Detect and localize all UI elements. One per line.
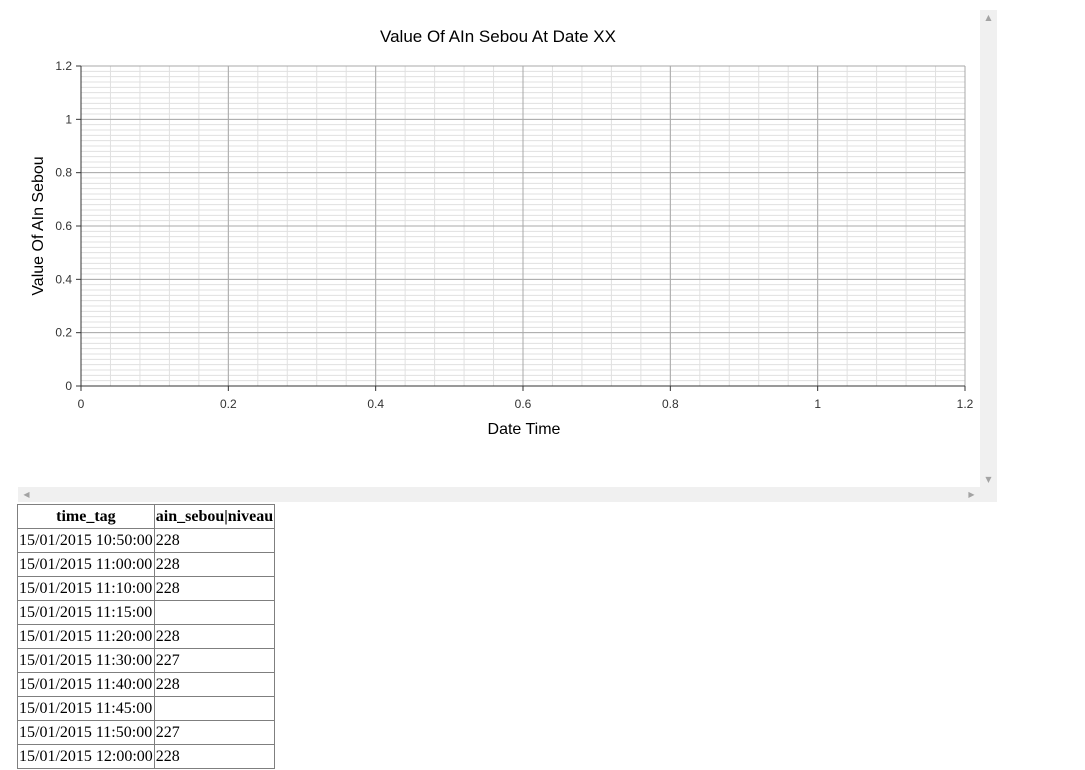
x-tick-label: 0.2 — [220, 397, 237, 411]
cell-ain-sebou-niveau: 228 — [153, 528, 276, 553]
chart-title: Value Of AIn Sebou At Date XX — [380, 27, 616, 46]
cell-time-tag: 15/01/2015 11:00:00 — [17, 552, 155, 577]
chart-frame: 0 0.2 0.4 0.6 0.8 1 1.2 0 0.2 0.4 0.6 0.8 1 1.2 Value… — [0, 0, 997, 502]
cell-ain-sebou-niveau — [153, 600, 276, 625]
table-header-row: time_tag ain_sebou|niveau — [17, 504, 276, 529]
cell-ain-sebou-niveau: 228 — [153, 672, 276, 697]
y-tick-label: 0.2 — [55, 326, 72, 340]
table-row: 15/01/2015 11:50:00 227 — [17, 720, 276, 745]
cell-time-tag: 15/01/2015 11:45:00 — [17, 696, 155, 721]
arrow-left-icon[interactable]: ◀ — [18, 487, 35, 502]
table-row: 15/01/2015 11:30:00 227 — [17, 648, 276, 673]
vertical-scrollbar[interactable]: ▲ ▼ — [980, 10, 997, 487]
x-axis-label: Date Time — [488, 421, 561, 438]
x-tick-label: 1.2 — [957, 397, 974, 411]
cell-time-tag: 15/01/2015 10:50:00 — [17, 528, 155, 553]
cell-ain-sebou-niveau — [153, 696, 276, 721]
data-table: time_tag ain_sebou|niveau 15/01/2015 10:… — [17, 504, 276, 769]
cell-ain-sebou-niveau: 227 — [153, 720, 276, 745]
y-tick-label: 0.6 — [55, 219, 72, 233]
x-tick-label: 0 — [78, 397, 85, 411]
cell-time-tag: 15/01/2015 11:15:00 — [17, 600, 155, 625]
scrollbar-corner — [980, 487, 997, 502]
column-header-time-tag: time_tag — [17, 504, 155, 529]
arrow-down-icon[interactable]: ▼ — [980, 472, 997, 487]
cell-ain-sebou-niveau: 228 — [153, 576, 276, 601]
cell-time-tag: 15/01/2015 11:30:00 — [17, 648, 155, 673]
cell-time-tag: 15/01/2015 12:00:00 — [17, 744, 155, 769]
x-tick-label: 1 — [814, 397, 821, 411]
table-row: 15/01/2015 11:10:00 228 — [17, 576, 276, 601]
y-tick-label: 0.8 — [55, 166, 72, 180]
table-row: 15/01/2015 12:00:00 228 — [17, 744, 276, 769]
table-row: 15/01/2015 11:15:00 — [17, 600, 276, 625]
y-tick-label: 1.2 — [55, 59, 72, 73]
arrow-right-icon[interactable]: ▶ — [963, 487, 980, 502]
arrow-up-icon[interactable]: ▲ — [980, 10, 997, 25]
y-tick-label: 1 — [65, 112, 72, 126]
cell-time-tag: 15/01/2015 11:40:00 — [17, 672, 155, 697]
y-axis-label: Value Of AIn Sebou — [30, 156, 47, 295]
table-row: 15/01/2015 10:50:00 228 — [17, 528, 276, 553]
table-row: 15/01/2015 11:40:00 228 — [17, 672, 276, 697]
y-tick-label: 0.4 — [55, 272, 72, 286]
x-tick-label: 0.6 — [515, 397, 532, 411]
chart-ticks: 0 0.2 0.4 0.6 0.8 1 1.2 0 0.2 0.4 0.6 0.8 1 1.2 — [55, 59, 973, 411]
cell-time-tag: 15/01/2015 11:20:00 — [17, 624, 155, 649]
cell-ain-sebou-niveau: 228 — [153, 744, 276, 769]
cell-ain-sebou-niveau: 228 — [153, 624, 276, 649]
horizontal-scrollbar[interactable]: ◀ ▶ — [18, 487, 980, 502]
cell-ain-sebou-niveau: 228 — [153, 552, 276, 577]
table-row: 15/01/2015 11:20:00 228 — [17, 624, 276, 649]
cell-time-tag: 15/01/2015 11:50:00 — [17, 720, 155, 745]
cell-time-tag: 15/01/2015 11:10:00 — [17, 576, 155, 601]
cell-ain-sebou-niveau: 227 — [153, 648, 276, 673]
chart: 0 0.2 0.4 0.6 0.8 1 1.2 0 0.2 0.4 0.6 0.8 1 1.2 Value… — [30, 27, 974, 438]
table-row: 15/01/2015 11:45:00 — [17, 696, 276, 721]
column-header-ain-sebou-niveau: ain_sebou|niveau — [153, 504, 276, 529]
y-tick-label: 0 — [65, 379, 72, 393]
table-row: 15/01/2015 11:00:00 228 — [17, 552, 276, 577]
x-tick-label: 0.4 — [367, 397, 384, 411]
x-tick-label: 0.8 — [662, 397, 679, 411]
